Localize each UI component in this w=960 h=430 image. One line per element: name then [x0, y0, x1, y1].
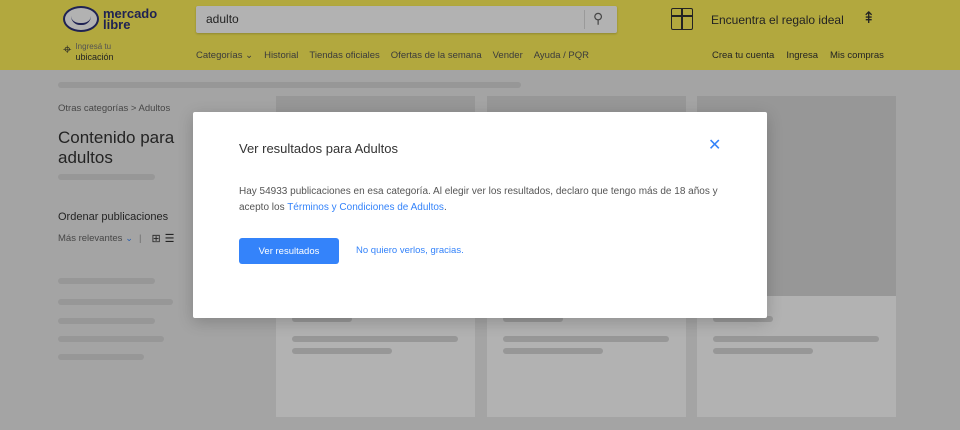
modal-body: Hay 54933 publicaciones en esa categoría…: [239, 184, 729, 216]
adult-content-modal: Ver resultados para Adultos ✕ Hay 54933 …: [193, 112, 767, 318]
terms-link[interactable]: Términos y Condiciones de Adultos: [287, 202, 444, 213]
view-results-button[interactable]: Ver resultados: [239, 238, 339, 264]
modal-body-end: .: [443, 202, 447, 213]
close-icon[interactable]: ✕: [708, 138, 721, 154]
modal-title: Ver resultados para Adultos: [239, 141, 398, 156]
decline-link[interactable]: No quiero verlos, gracias.: [356, 245, 464, 256]
